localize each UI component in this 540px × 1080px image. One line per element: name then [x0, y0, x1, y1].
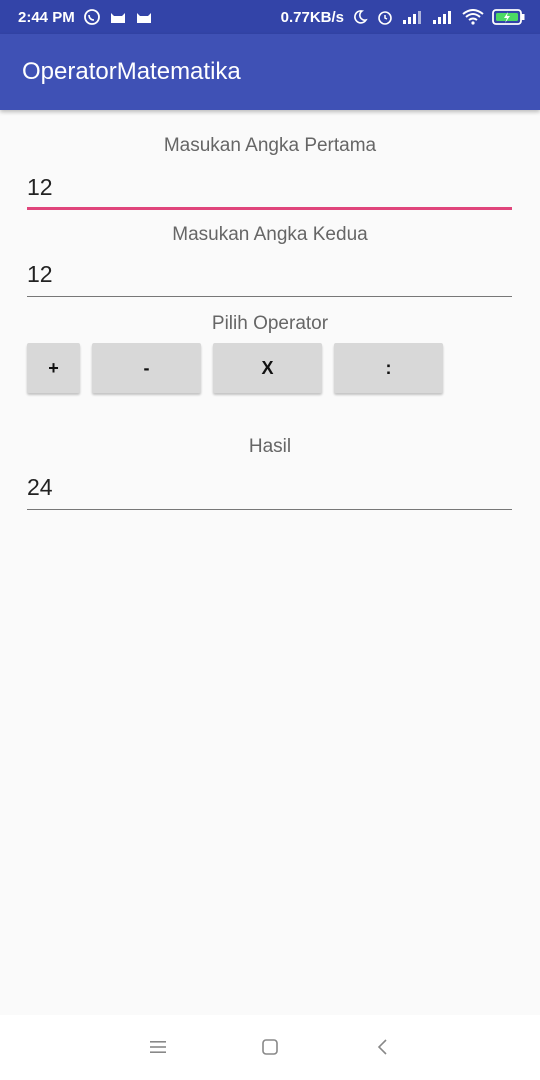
- result-label: Hasil: [248, 436, 292, 457]
- first-number-value: 12: [27, 174, 53, 200]
- result-field[interactable]: 24: [27, 470, 512, 510]
- result-value: 24: [27, 474, 53, 500]
- first-number-label: Masukan Angka Pertama: [163, 135, 377, 156]
- home-icon[interactable]: [260, 1037, 280, 1057]
- battery-icon: [492, 8, 526, 26]
- wifi-icon: [462, 9, 484, 25]
- add-button[interactable]: +: [27, 343, 80, 393]
- first-number-input[interactable]: 12: [27, 170, 512, 210]
- signal-icon: [432, 10, 454, 24]
- cat-icon: [135, 10, 153, 24]
- app-title: OperatorMatematika: [22, 58, 241, 85]
- multiply-button[interactable]: X: [213, 343, 322, 393]
- status-bar: 2:44 PM 0.77KB/s: [0, 0, 540, 34]
- status-time: 2:44 PM: [18, 8, 75, 26]
- whatsapp-icon: [83, 8, 101, 26]
- subtract-button[interactable]: -: [92, 343, 201, 393]
- back-icon[interactable]: [373, 1037, 393, 1057]
- second-number-value: 12: [27, 261, 53, 287]
- moon-icon: [352, 9, 368, 25]
- operator-label: Pilih Operator: [211, 313, 329, 334]
- app-bar: OperatorMatematika: [0, 34, 540, 110]
- signal-icon: [402, 10, 424, 24]
- status-left: 2:44 PM: [18, 8, 153, 26]
- network-speed: 0.77KB/s: [280, 8, 344, 26]
- menu-icon[interactable]: [148, 1037, 168, 1057]
- status-right: 0.77KB/s: [281, 8, 526, 26]
- alarm-icon: [376, 8, 394, 26]
- second-number-input[interactable]: 12: [27, 257, 512, 297]
- divide-button[interactable]: :: [334, 343, 443, 393]
- second-number-label: Masukan Angka Kedua: [172, 224, 368, 245]
- cat-icon: [109, 10, 127, 24]
